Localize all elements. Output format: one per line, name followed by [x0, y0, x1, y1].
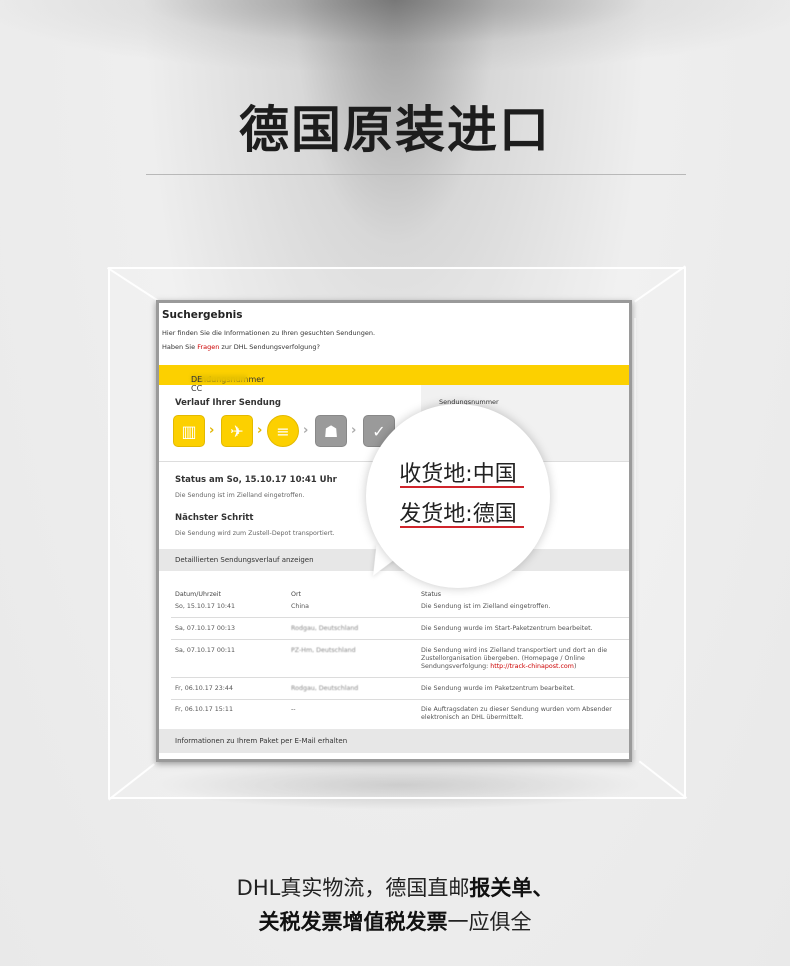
- next-step-desc: Die Sendung wird zum Zustell-Depot trans…: [175, 530, 335, 537]
- row-divider: [171, 639, 629, 640]
- email-info-link[interactable]: Informationen zu Ihrem Paket per E-Mail …: [175, 737, 347, 745]
- status-desc: Die Sendung ist im Zielland eingetroffen…: [175, 492, 305, 499]
- column-place: Ort: [291, 591, 302, 598]
- status-title: Status am So, 15.10.17 10:41 Uhr: [175, 475, 337, 485]
- row-place: Rodgau, Deutschland: [291, 685, 359, 692]
- chevron-icon: ›: [351, 423, 357, 438]
- card-title: Suchergebnis: [162, 309, 243, 321]
- tracking-link[interactable]: http://track-chinapost.com: [490, 663, 574, 670]
- underline: [400, 526, 524, 528]
- chevron-icon: ›: [303, 423, 309, 438]
- questions-link[interactable]: Fragen: [197, 343, 219, 351]
- bottom-line-2: 关税发票增值税发票一应俱全: [0, 906, 790, 936]
- delivery-person-icon: ☗: [315, 415, 347, 447]
- row-divider: [171, 677, 629, 678]
- question-text-end: zur DHL Sendungsverfolgung?: [219, 343, 320, 351]
- chevron-icon: ›: [257, 423, 263, 438]
- row-date: Sa, 07.10.17 00:13: [175, 625, 236, 632]
- row-status: Die Sendung wurde im Start-Paketzentrum …: [421, 625, 593, 632]
- bottom-line-1: DHL真实物流，德国直邮报关单、: [0, 872, 790, 902]
- origin-label: 发货地:德国: [399, 502, 517, 527]
- row-place: PZ-Hm, Deutschland: [291, 647, 356, 654]
- headline: 德国原装进口: [239, 101, 551, 159]
- top-shadow: [0, 0, 790, 70]
- row-status: Die Sendung ist im Zielland eingetroffen…: [421, 603, 551, 610]
- row-date: Sa, 07.10.17 00:11: [175, 647, 236, 654]
- card-question: Haben Sie Fragen zur DHL Sendungsverfolg…: [162, 343, 320, 351]
- row-status: Die Sendung wird ins Zielland transporti…: [421, 647, 629, 671]
- row-status: Die Sendung wurde im Paketzentrum bearbe…: [421, 685, 575, 692]
- detail-history-link[interactable]: Detaillierten Sendungsverlauf anzeigen: [175, 556, 314, 564]
- next-step-title: Nächster Schritt: [175, 513, 254, 523]
- row-divider: [171, 699, 629, 700]
- row-status-end: ): [573, 663, 577, 670]
- sort-icon: ≡: [267, 415, 299, 447]
- column-status: Status: [421, 591, 442, 598]
- row-date: Fr, 06.10.17 23:44: [175, 685, 233, 692]
- underline: [400, 486, 524, 488]
- parcel-icon: ▥: [173, 415, 205, 447]
- row-divider: [171, 617, 629, 618]
- callout-bubble: 收货地:中国 发货地:德国: [366, 404, 550, 588]
- bottom-bold-text: 报关单、: [469, 876, 554, 900]
- row-place: --: [291, 706, 296, 713]
- bottom-text: DHL真实物流，德国直邮: [236, 876, 470, 900]
- row-date: So, 15.10.17 10:41: [175, 603, 236, 610]
- tracking-suffix: DE: [191, 375, 203, 384]
- card-subtitle: Hier finden Sie die Informationen zu Ihr…: [162, 329, 376, 337]
- bottom-text: 一应俱全: [447, 910, 532, 934]
- row-place: China: [291, 603, 309, 610]
- column-date: Datum/Uhrzeit: [175, 591, 222, 598]
- email-info-bar[interactable]: Informationen zu Ihrem Paket per E-Mail …: [159, 729, 629, 753]
- glass-edge: [634, 318, 636, 750]
- row-place: Rodgau, Deutschland: [291, 625, 359, 632]
- destination-label: 收货地:中国: [399, 462, 517, 487]
- verlauf-title: Verlauf Ihrer Sendung: [175, 398, 281, 408]
- chevron-icon: ›: [209, 423, 215, 438]
- plane-icon: ✈: [221, 415, 253, 447]
- divider: [146, 174, 686, 175]
- row-date: Fr, 06.10.17 15:11: [175, 706, 233, 713]
- question-text: Haben Sie: [162, 343, 198, 351]
- row-status: Die Auftragsdaten zu dieser Sendung wurd…: [421, 706, 612, 721]
- bottom-bold-text: 关税发票增值税发票: [258, 910, 448, 934]
- tracking-number-bar: Sendungsnummer CCDE: [159, 365, 629, 393]
